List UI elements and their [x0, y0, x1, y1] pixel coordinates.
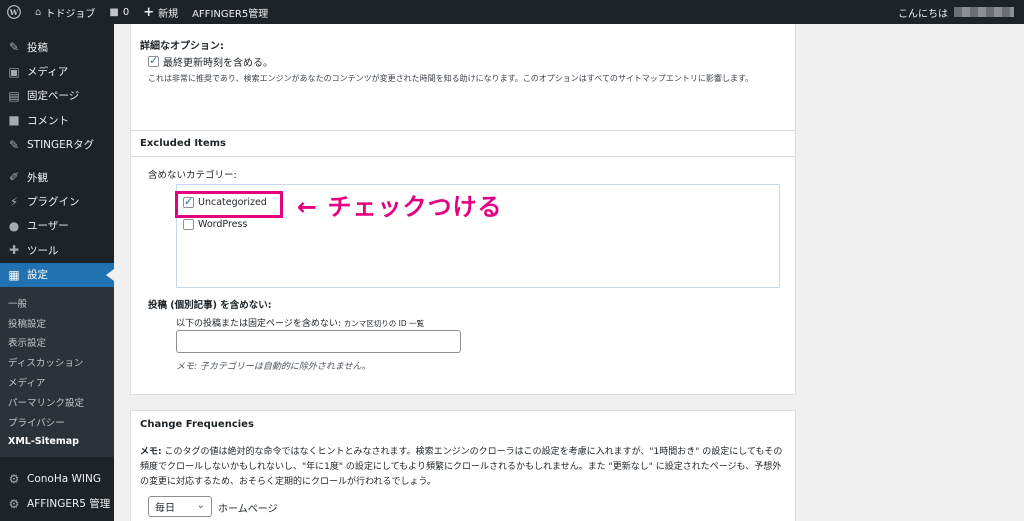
site-name-link[interactable]: ⌂ トドジョブ [28, 0, 102, 24]
gear-icon: ⚙ [8, 496, 20, 511]
home-icon: ⌂ [35, 6, 42, 18]
sidebar-item-posts[interactable]: ✎ 投稿 [0, 35, 114, 59]
chevron-down-icon: ⌄ [196, 500, 205, 511]
excluded-items-header: Excluded Items [131, 131, 795, 157]
advanced-options-panel: 詳細なオプション: 最終更新時刻を含める。 これは非常に推奨であり、検索エンジン… [130, 24, 796, 140]
comment-bubble-icon: ■ [109, 6, 119, 18]
include-lastmod-label: 最終更新時刻を含める。 [163, 58, 273, 69]
greeting: こんにちは [898, 8, 948, 20]
sidebar-item-settings[interactable]: ▦ 設定 [0, 262, 114, 287]
settings-submenu: 一般 投稿設定 表示設定 ディスカッション メディア パーマリンク設定 プライバ… [0, 286, 114, 458]
include-lastmod-option: 最終更新時刻を含める。 [148, 54, 273, 69]
exclude-post-ids-input[interactable] [176, 330, 461, 353]
wordpress-logo-icon[interactable]: W [0, 0, 28, 24]
homepage-frequency-label: ホームページ [218, 504, 278, 515]
submenu-item-writing[interactable]: 投稿設定 [0, 313, 114, 333]
account-menu[interactable]: こんにちは [898, 5, 1024, 20]
change-frequencies-note: メモ: このタグの値は絶対的な命令ではなくヒントとみなされます。検索エンジンのク… [140, 447, 783, 487]
lastmod-description: これは非常に推奨であり、検索エンジンがあなたのコンテンツが変更された時間を知る助… [148, 74, 754, 83]
include-lastmod-checkbox[interactable] [148, 54, 159, 67]
exclude-posts-label: 投稿 (個別記事) を含めない: [148, 300, 272, 311]
sidebar-item-affinger5[interactable]: ⚙ AFFINGER5 管理 [0, 492, 114, 516]
exclude-categories-label: 含めないカテゴリー: [148, 170, 237, 181]
submenu-item-general[interactable]: 一般 [0, 293, 114, 313]
annotation-text: ← チェックつける [297, 193, 503, 221]
homepage-frequency-select[interactable]: 毎日 ⌄ [148, 496, 212, 517]
category-checkbox-wordpress[interactable] [183, 219, 194, 230]
plus-icon: + [143, 4, 155, 20]
pin-icon: ✎ [8, 40, 20, 55]
main-content: 詳細なオプション: 最終更新時刻を含める。 これは非常に推奨であり、検索エンジン… [114, 24, 1024, 521]
brush-icon: ✐ [8, 170, 20, 185]
svg-text:W: W [9, 8, 19, 17]
new-content-link[interactable]: + 新規 [136, 0, 185, 24]
affinger-admin-link[interactable]: AFFINGER5管理 [185, 0, 275, 24]
site-name: トドジョブ [45, 8, 96, 20]
settings-icon: ▦ [8, 267, 20, 282]
user-icon: ● [8, 218, 20, 233]
sidebar-item-tools[interactable]: ✚ ツール [0, 238, 114, 262]
submenu-item-privacy[interactable]: プライバシー [0, 412, 114, 432]
submenu-item-discussion[interactable]: ディスカッション [0, 352, 114, 372]
category-name: WordPress [198, 219, 248, 230]
sidebar-item-users[interactable]: ● ユーザー [0, 214, 114, 238]
excluded-items-panel: Excluded Items 含めないカテゴリー: Uncategorized … [130, 130, 796, 395]
select-value: 毎日 [155, 503, 175, 514]
sidebar-item-pages[interactable]: ▤ 固定ページ [0, 84, 114, 108]
page-icon: ▤ [8, 88, 20, 103]
media-icon: ▣ [8, 64, 20, 79]
sidebar-item-comments[interactable]: ■ コメント [0, 108, 114, 132]
menu-separator [0, 157, 114, 165]
sidebar-item-stinger-tags[interactable]: ✎ STINGERタグ [0, 133, 114, 157]
sidebar-item-media[interactable]: ▣ メディア [0, 59, 114, 83]
comments-link[interactable]: ■ 0 [102, 0, 136, 24]
comment-icon: ■ [8, 113, 20, 128]
admin-bar: W ⌂ トドジョブ ■ 0 + 新規 AFFINGER5管理 こんにちは [0, 0, 1024, 24]
wrench-icon: ✚ [8, 243, 20, 258]
gear-icon: ⚙ [8, 472, 20, 487]
change-frequencies-header: Change Frequencies [140, 418, 254, 430]
submenu-item-xml-sitemap[interactable]: XML-Sitemap [0, 431, 114, 451]
child-category-hint: メモ: 子カテゴリーは自動的に除外されません。 [176, 362, 371, 372]
sidebar-item-conoha-wing[interactable]: ⚙ ConoHa WING [0, 467, 114, 491]
advanced-options-title: 詳細なオプション: [140, 41, 224, 52]
sidebar-item-plugins[interactable]: ⚡ プラグイン [0, 189, 114, 213]
plugin-icon: ⚡ [9, 194, 19, 209]
exclude-posts-sublabel: 以下の投稿または固定ページを含めない: カンマ区切りの ID 一覧 [176, 319, 424, 329]
submenu-item-permalinks[interactable]: パーマリンク設定 [0, 392, 114, 412]
submenu-item-media[interactable]: メディア [0, 372, 114, 392]
submenu-item-reading[interactable]: 表示設定 [0, 333, 114, 353]
comments-count: 0 [122, 6, 130, 18]
redacted-username [954, 7, 1014, 17]
change-frequencies-panel: Change Frequencies メモ: このタグの値は絶対的な命令ではなく… [130, 410, 796, 521]
new-label: 新規 [158, 8, 179, 20]
admin-sidebar: ✎ 投稿 ▣ メディア ▤ 固定ページ ■ コメント ✎ STINGERタグ ✐ 外観 ⚡ プ… [0, 24, 114, 521]
pin-icon: ✎ [8, 137, 20, 152]
annotation-highlight-box [175, 191, 283, 218]
category-item-wordpress[interactable]: WordPress [183, 219, 247, 230]
sidebar-item-appearance[interactable]: ✐ 外観 [0, 165, 114, 189]
